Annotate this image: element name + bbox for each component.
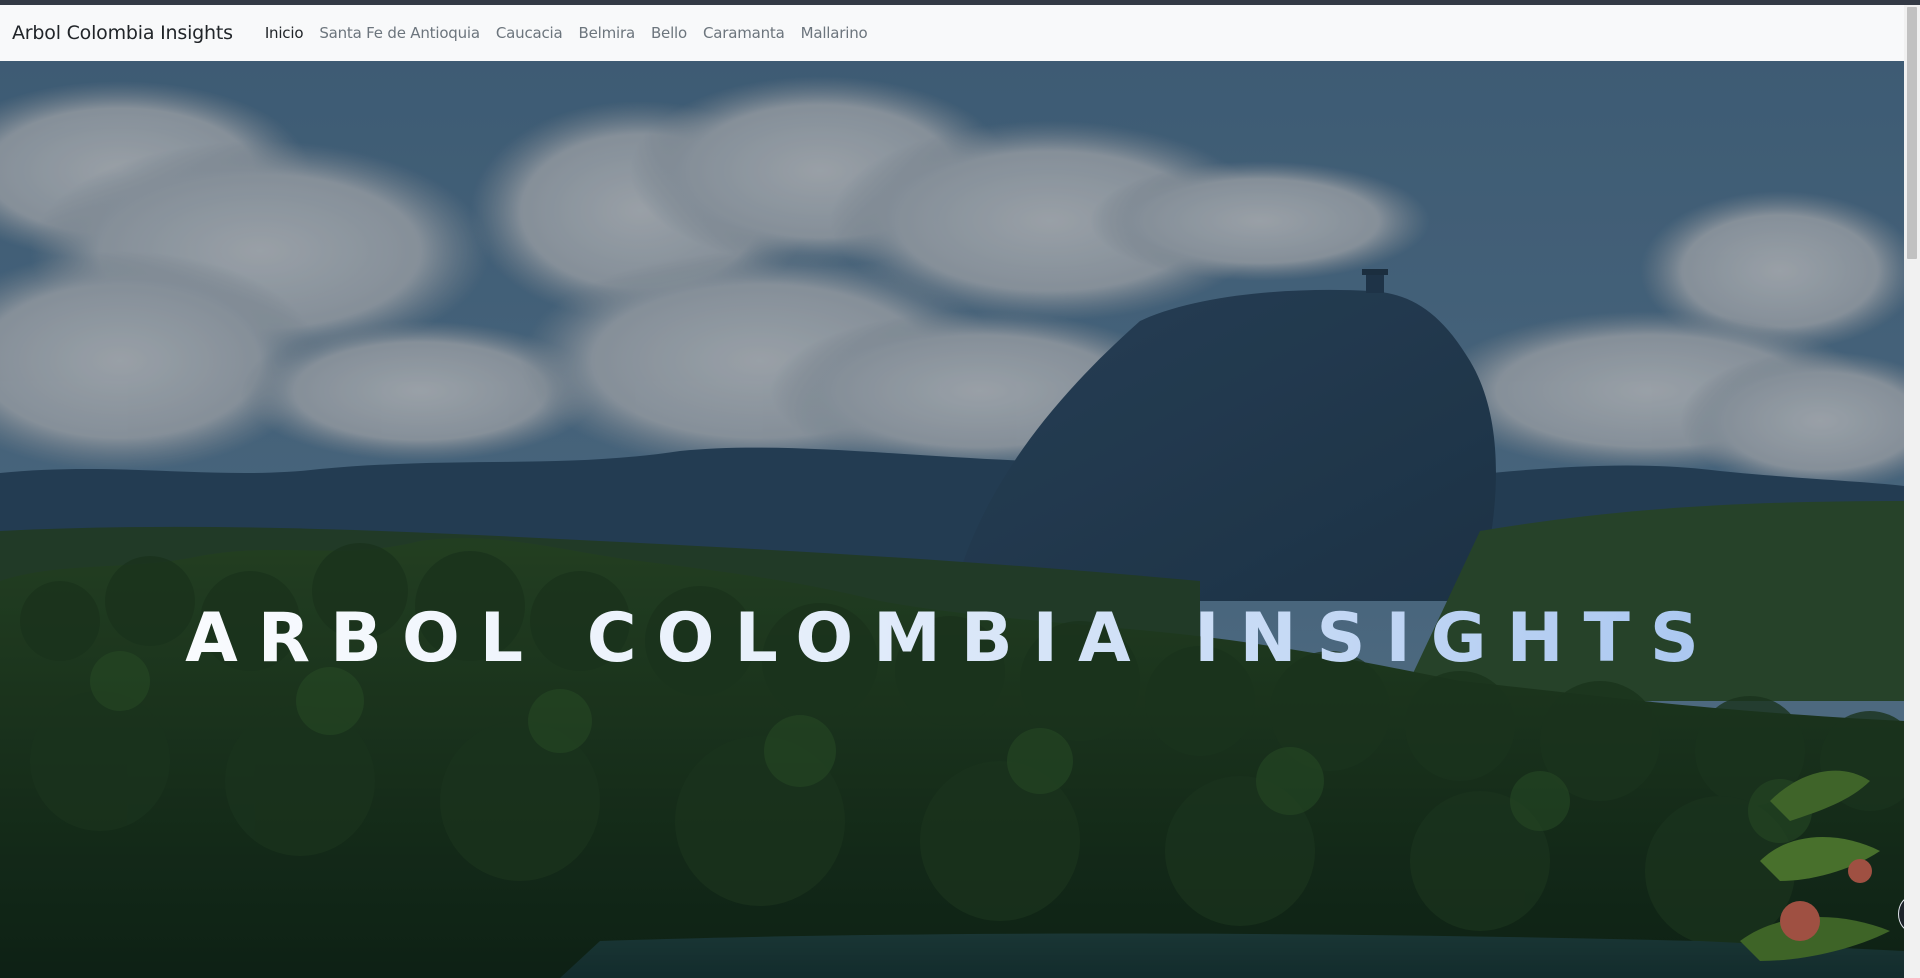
hero-banner: ARBOL COLOMBIA INSIGHTS [0,61,1904,978]
navbar-brand[interactable]: Arbol Colombia Insights [12,22,233,44]
nav-list: Inicio Santa Fe de Antioquia Caucacia Be… [257,24,876,42]
nav-item-caramanta[interactable]: Caramanta [695,24,793,42]
nav-item-belmira[interactable]: Belmira [571,24,643,42]
hero-background-image [0,61,1904,978]
nav-item-santa-fe-de-antioquia[interactable]: Santa Fe de Antioquia [311,24,488,42]
hero-title: ARBOL COLOMBIA INSIGHTS [0,599,1904,678]
nav-item-caucacia[interactable]: Caucacia [488,24,571,42]
navbar: Arbol Colombia Insights Inicio Santa Fe … [0,5,1904,61]
nav-item-bello[interactable]: Bello [643,24,695,42]
nav-item-inicio[interactable]: Inicio [257,24,312,42]
nav-item-mallarino[interactable]: Mallarino [793,24,876,42]
page-scrollbar[interactable] [1904,5,1920,978]
scrollbar-thumb[interactable] [1907,7,1917,259]
